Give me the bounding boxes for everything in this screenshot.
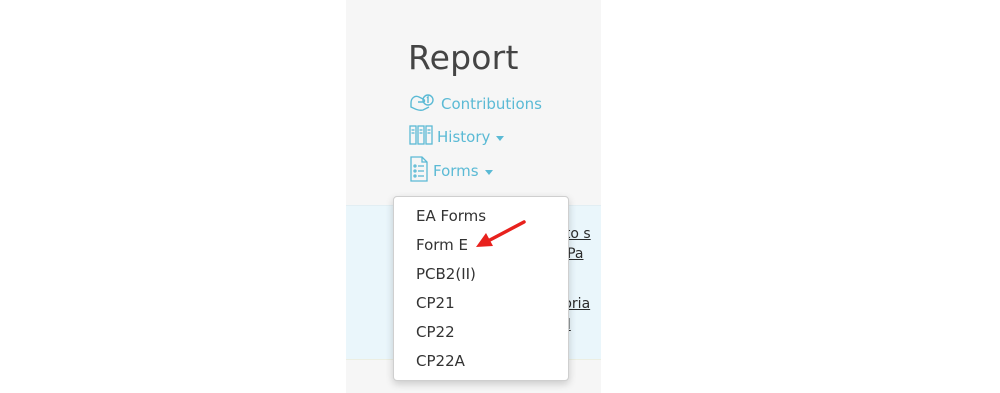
hand-coin-icon [409,91,441,117]
nav-contributions-label: Contributions [441,95,542,113]
nav-forms[interactable]: Forms [409,156,493,186]
nav-contributions[interactable]: Contributions [409,91,542,117]
chevron-down-icon [484,169,493,175]
menu-item-pcb2[interactable]: PCB2(II) [416,265,476,283]
nav-history[interactable]: History [409,124,505,150]
nav-history-label: History [437,128,491,146]
chevron-down-icon [496,135,505,141]
menu-item-cp22[interactable]: CP22 [416,323,455,341]
menu-item-cp21[interactable]: CP21 [416,294,455,312]
menu-item-cp22a[interactable]: CP22A [416,352,465,370]
page-title: Report [408,38,519,77]
red-arrow-annotation [474,219,530,253]
nav-forms-label: Forms [433,162,479,180]
document-list-icon [409,156,433,186]
binders-icon [409,124,437,150]
menu-item-form-e[interactable]: Form E [416,236,468,254]
